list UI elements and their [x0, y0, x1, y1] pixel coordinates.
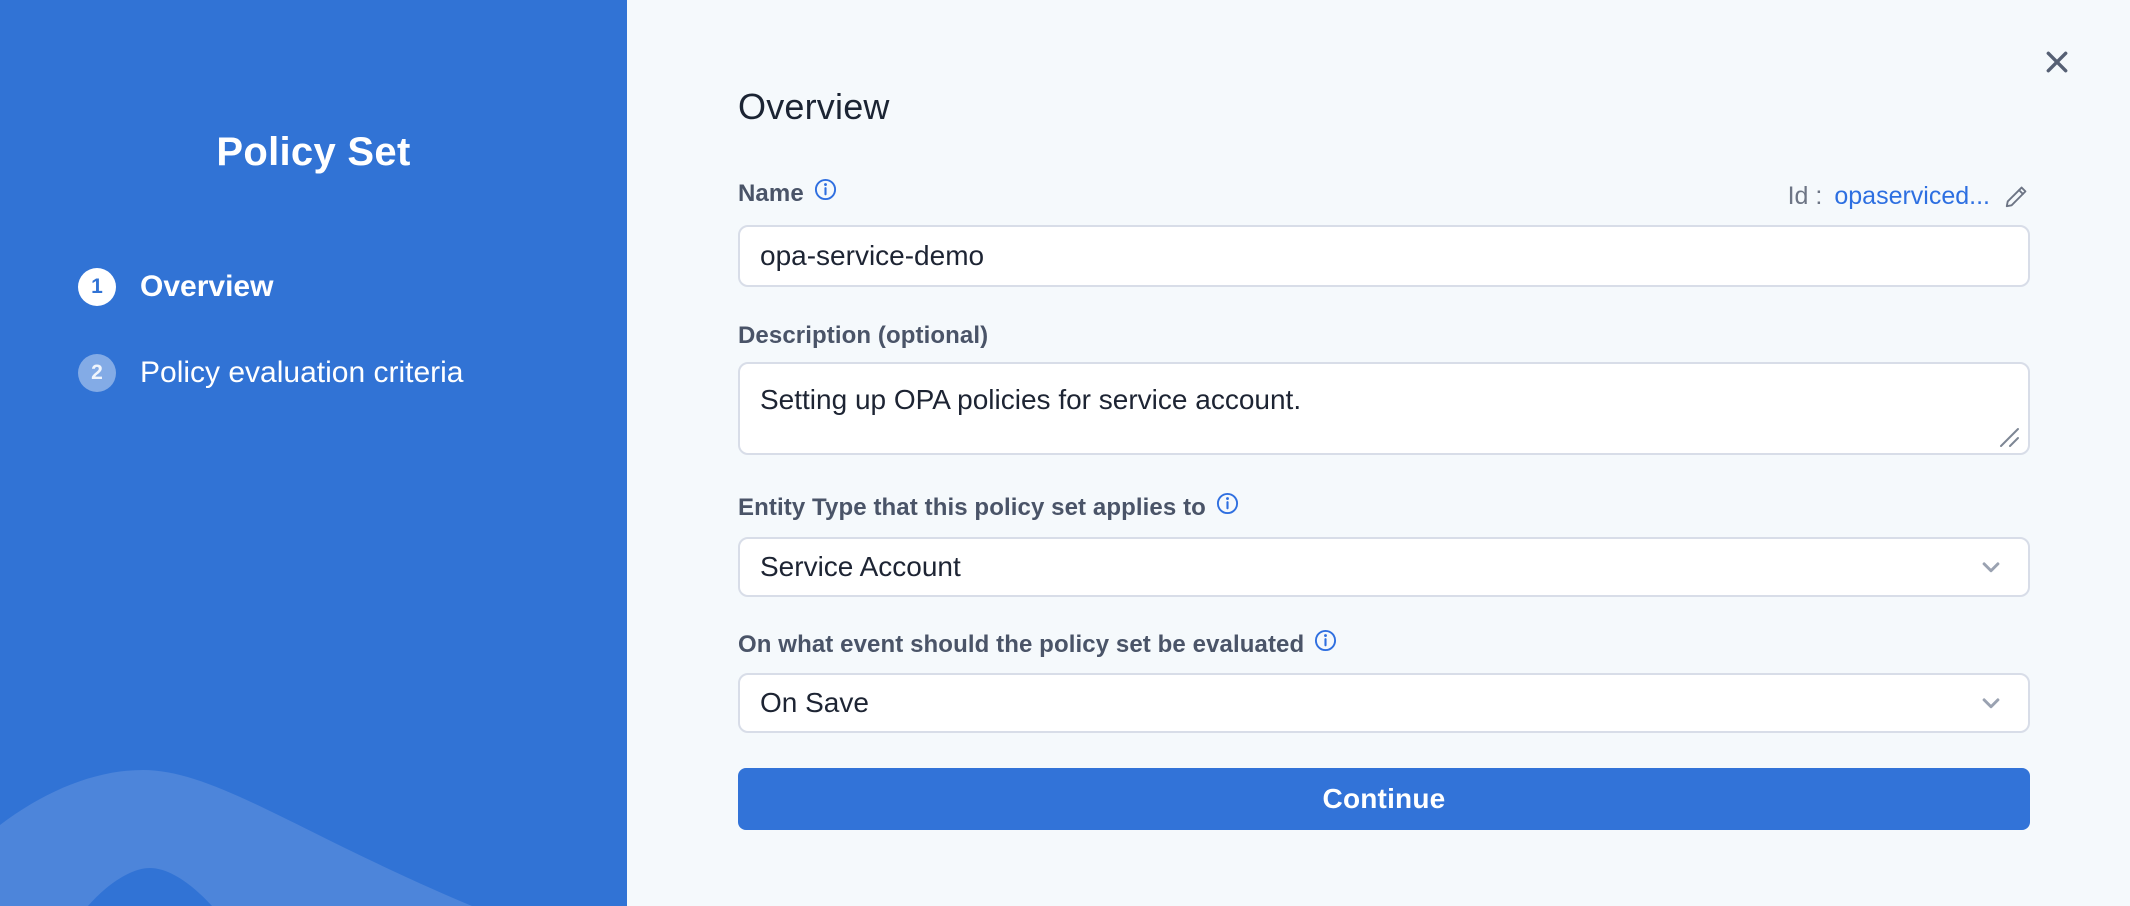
- pencil-icon[interactable]: [2002, 183, 2030, 211]
- policy-set-modal: Policy Set 1 Overview 2 Policy evaluatio…: [0, 0, 2130, 906]
- event-label-row: On what event should the policy set be e…: [738, 629, 1337, 661]
- step-1-badge: 1: [78, 268, 116, 306]
- close-button[interactable]: [2035, 40, 2079, 84]
- name-label: Name: [738, 180, 804, 208]
- step-2-label: Policy evaluation criteria: [140, 356, 463, 390]
- sidebar-step-overview[interactable]: 1 Overview: [78, 268, 273, 306]
- info-icon[interactable]: [814, 178, 837, 201]
- step-2-badge: 2: [78, 354, 116, 392]
- event-selected-value: On Save: [760, 687, 869, 719]
- event-select[interactable]: On Save: [738, 673, 2030, 733]
- sidebar: Policy Set 1 Overview 2 Policy evaluatio…: [0, 0, 627, 906]
- description-label-row: Description (optional): [738, 320, 988, 352]
- sidebar-title: Policy Set: [0, 130, 627, 175]
- sidebar-step-policy-evaluation-criteria[interactable]: 2 Policy evaluation criteria: [78, 354, 463, 392]
- wave-decoration: [0, 736, 627, 906]
- entity-type-label-row: Entity Type that this policy set applies…: [738, 492, 1239, 524]
- event-label: On what event should the policy set be e…: [738, 631, 1304, 659]
- page-title: Overview: [738, 86, 890, 128]
- id-prefix-label: Id :: [1788, 182, 1823, 211]
- entity-type-select[interactable]: Service Account: [738, 537, 2030, 597]
- id-value-link[interactable]: opaserviced...: [1834, 182, 1990, 211]
- description-label: Description (optional): [738, 322, 988, 350]
- continue-button[interactable]: Continue: [738, 768, 2030, 830]
- id-row: Id : opaserviced...: [1788, 178, 2030, 214]
- name-label-row: Name: [738, 178, 837, 210]
- close-icon: [2041, 46, 2073, 78]
- info-icon[interactable]: [1314, 629, 1337, 652]
- entity-type-selected-value: Service Account: [760, 551, 961, 583]
- name-input[interactable]: [738, 225, 2030, 287]
- entity-type-label: Entity Type that this policy set applies…: [738, 494, 1206, 522]
- info-icon[interactable]: [1216, 492, 1239, 515]
- chevron-down-icon: [1976, 552, 2006, 582]
- overview-panel: Overview Name Id : opaserviced... Descri…: [627, 0, 2130, 906]
- description-textarea[interactable]: Setting up OPA policies for service acco…: [738, 362, 2030, 455]
- chevron-down-icon: [1976, 688, 2006, 718]
- step-1-label: Overview: [140, 270, 273, 304]
